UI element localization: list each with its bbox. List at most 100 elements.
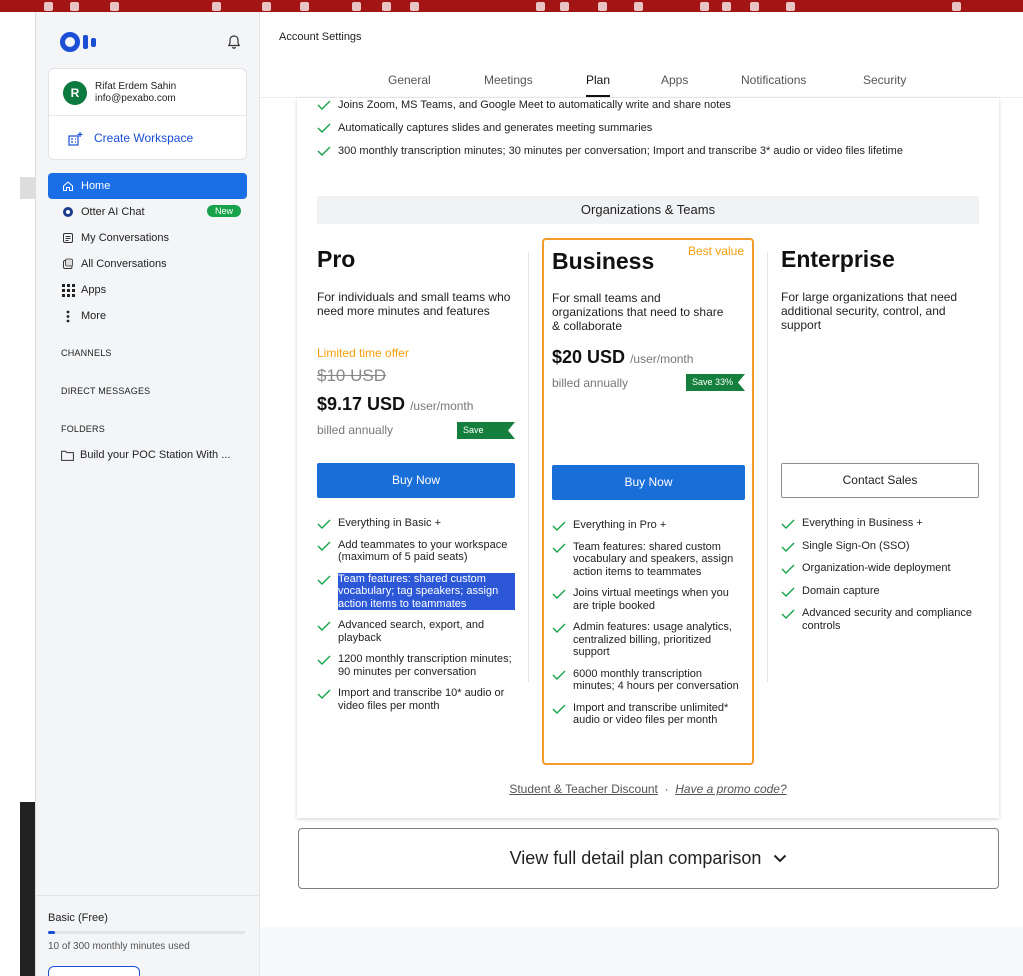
feature-text: Automatically captures slides and genera…	[338, 122, 653, 134]
direct-messages-heading[interactable]: DIRECT MESSAGES	[61, 386, 150, 396]
feature-item: Import and transcribe unlimited* audio o…	[552, 702, 742, 727]
feature-text: Add teammates to your workspace (maximum…	[338, 538, 508, 564]
sidebar-item-home[interactable]: Home	[48, 173, 247, 199]
tab-meetings[interactable]: Meetings	[484, 73, 533, 87]
save-badge: Save 33%	[686, 374, 746, 391]
check-icon	[317, 146, 331, 156]
price: $20 USD /user/month	[552, 347, 812, 368]
check-icon	[317, 519, 331, 529]
feature-item: Advanced security and compliance control…	[781, 607, 979, 632]
promo-code-link[interactable]: Have a promo code?	[675, 782, 786, 796]
plan-description: For small teams and organizations that n…	[552, 291, 724, 333]
old-price: $10 USD	[317, 366, 386, 385]
best-value-label: Best value	[687, 244, 744, 258]
section-title: Organizations & Teams	[317, 196, 979, 224]
compare-button-label: View full detail plan comparison	[509, 848, 762, 868]
tab-plan[interactable]: Plan	[586, 73, 611, 97]
more-vertical-icon	[61, 309, 75, 323]
sidebar: R Rifat Erdem Sahin info@pexabo.com Crea…	[36, 12, 260, 976]
check-icon	[552, 589, 566, 599]
feature-text: Import and transcribe 10* audio or video…	[338, 687, 505, 712]
feature-text: 6000 monthly transcription minutes; 4 ho…	[573, 667, 739, 693]
plan-description: For individuals and small teams who need…	[317, 290, 511, 318]
create-workspace-link[interactable]: Create Workspace	[94, 131, 193, 145]
view-plan-comparison-button[interactable]: View full detail plan comparison	[298, 828, 999, 889]
user-name: Rifat Erdem Sahin	[95, 81, 177, 92]
bell-icon[interactable]	[226, 34, 242, 50]
buy-now-pro-button[interactable]: Buy Now	[317, 463, 515, 498]
main-footer-area	[260, 927, 1023, 976]
user-card[interactable]: R Rifat Erdem Sahin info@pexabo.com Crea…	[48, 68, 247, 160]
price-amount: $9.17 USD	[317, 394, 406, 414]
feature-item: Domain capture	[781, 585, 979, 598]
sidebar-nav: Home Otter AI Chat New My Conversations …	[48, 173, 247, 329]
check-icon	[317, 575, 331, 585]
feature-item: Team features: shared custom vocabulary …	[552, 541, 742, 579]
sidebar-item-label: Apps	[81, 284, 107, 296]
plan-title: Business	[552, 248, 655, 274]
limited-offer-label: Limited time offer	[317, 346, 409, 360]
sidebar-item-apps[interactable]: Apps	[48, 277, 247, 303]
tab-apps[interactable]: Apps	[661, 73, 688, 87]
link-separator: ·	[664, 782, 669, 796]
feature-list-pro: Everything in Basic + Add teammates to y…	[317, 517, 515, 721]
check-icon	[781, 609, 795, 619]
avatar: R	[63, 81, 87, 105]
feature-item: 300 monthly transcription minutes; 30 mi…	[317, 145, 903, 157]
feature-list-enterprise: Everything in Business + Single Sign-On …	[781, 517, 979, 641]
feature-text: Everything in Business +	[802, 517, 923, 529]
page-title: Account Settings	[279, 31, 362, 43]
price-period: /user/month	[410, 399, 474, 413]
usage-progress-bar	[48, 931, 245, 934]
price-amount: $20 USD	[552, 347, 626, 367]
otter-chat-icon	[61, 205, 75, 219]
feature-item: Everything in Basic +	[317, 517, 515, 530]
buy-now-business-button[interactable]: Buy Now	[552, 465, 745, 500]
settings-tabs: General Meetings Plan Apps Notifications…	[260, 62, 1023, 98]
column-divider	[767, 252, 768, 682]
sidebar-item-label: All Conversations	[81, 258, 167, 270]
upgrade-button[interactable]	[48, 966, 140, 976]
feature-item: Organization-wide deployment	[781, 562, 979, 575]
feature-text: Organization-wide deployment	[802, 562, 951, 574]
billing-period: billed annually	[317, 423, 394, 437]
check-icon	[317, 689, 331, 699]
contact-sales-button[interactable]: Contact Sales	[781, 463, 979, 498]
sidebar-item-label: More	[81, 310, 107, 322]
sidebar-item-otter-ai-chat[interactable]: Otter AI Chat New	[48, 199, 247, 225]
tab-security[interactable]: Security	[863, 73, 906, 87]
folders-heading[interactable]: FOLDERS	[61, 424, 105, 434]
otter-logo[interactable]	[60, 32, 96, 52]
feature-text: Admin features: usage analytics, central…	[573, 621, 732, 658]
usage-progress-fill	[48, 931, 55, 934]
feature-item: Joins virtual meetings when you are trip…	[552, 587, 742, 612]
feature-item: Import and transcribe 10* audio or video…	[317, 687, 515, 712]
save-badge: Save 46%	[457, 422, 515, 439]
check-icon	[781, 519, 795, 529]
new-badge: New	[206, 205, 241, 217]
student-teacher-discount-link[interactable]: Student & Teacher Discount	[509, 782, 658, 796]
sidebar-item-all-conversations[interactable]: All Conversations	[48, 251, 247, 277]
sidebar-item-more[interactable]: More	[48, 303, 247, 329]
price-period: /user/month	[630, 352, 694, 366]
all-conversations-icon	[61, 257, 75, 271]
check-icon	[552, 670, 566, 680]
plan-title: Pro	[317, 246, 356, 272]
channels-heading[interactable]: CHANNELS	[61, 348, 112, 358]
feature-text: Team features: shared custom vocabulary;…	[338, 572, 515, 610]
feature-text: Everything in Basic +	[338, 517, 442, 529]
feature-text: Joins virtual meetings when you are trip…	[573, 587, 729, 612]
feature-text: Import and transcribe unlimited* audio o…	[573, 701, 729, 727]
price: $9.17 USD /user/month	[317, 394, 577, 415]
feature-text: 1200 monthly transcription minutes; 90 m…	[338, 653, 512, 678]
folder-item[interactable]: Build your POC Station With ...	[61, 449, 230, 461]
feature-item: Admin features: usage analytics, central…	[552, 621, 742, 659]
tab-general[interactable]: General	[388, 73, 431, 87]
tab-notifications[interactable]: Notifications	[741, 73, 806, 87]
feature-list-business: Everything in Pro + Team features: share…	[552, 519, 742, 736]
sidebar-item-my-conversations[interactable]: My Conversations	[48, 225, 247, 251]
plan-title: Enterprise	[781, 246, 895, 272]
feature-item: Add teammates to your workspace (maximum…	[317, 539, 515, 564]
feature-item: 6000 monthly transcription minutes; 4 ho…	[552, 668, 742, 693]
sidebar-item-label: My Conversations	[81, 232, 170, 244]
